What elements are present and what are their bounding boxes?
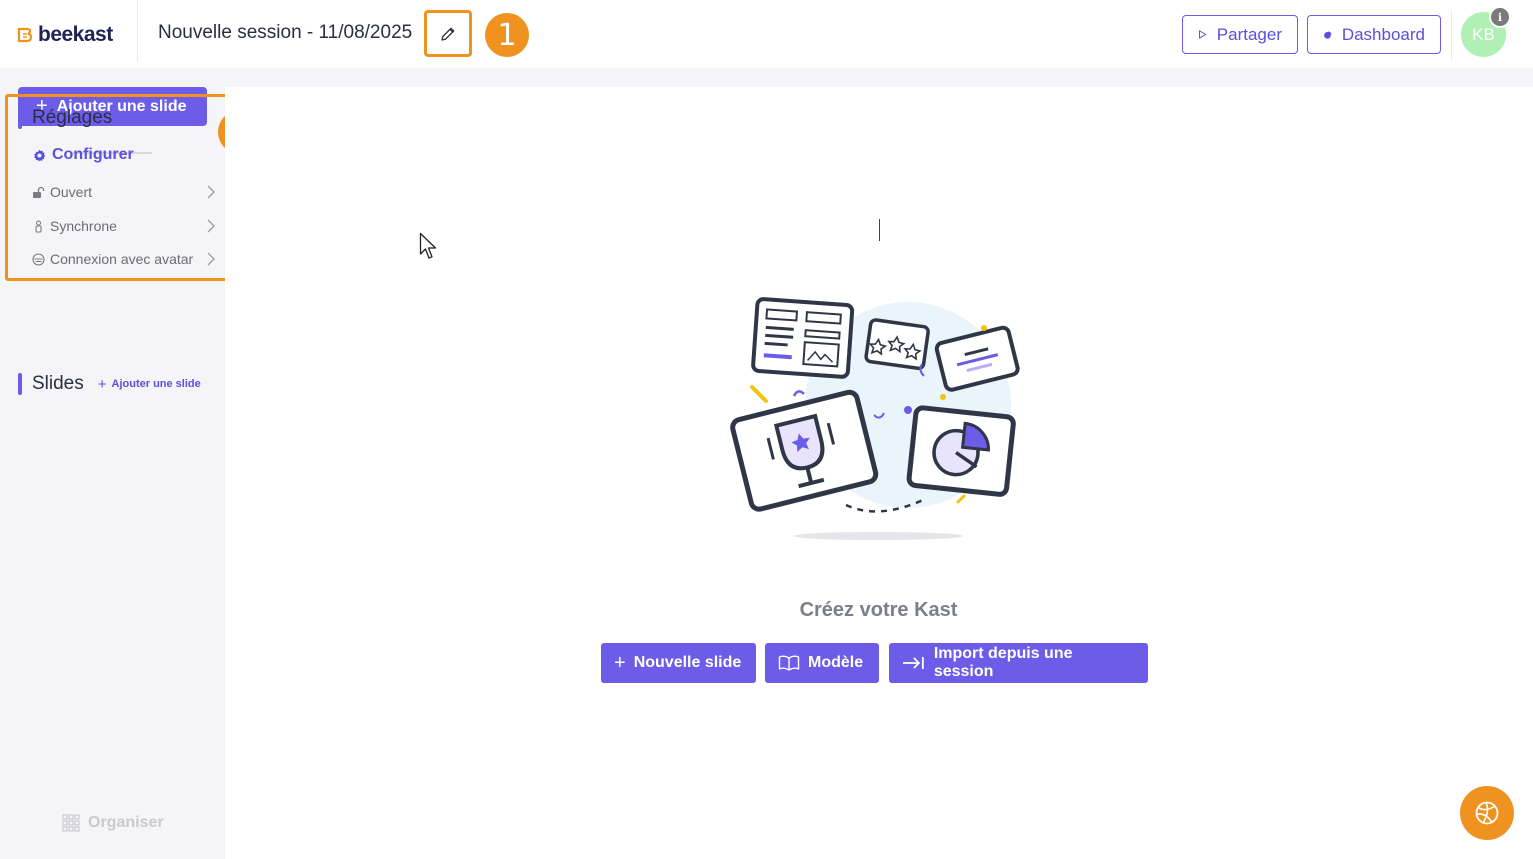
import-label: Import depuis une session <box>933 645 1073 680</box>
session-title: Nouvelle session - 11/08/2025 <box>158 22 413 43</box>
top-bar: beekast Nouvelle session - 11/08/2025 1 … <box>0 0 1533 68</box>
settings-section-header: Réglages <box>18 107 112 129</box>
empty-state-illustration <box>730 297 1020 540</box>
share-label: Partager <box>1216 24 1282 44</box>
plus-icon: + <box>614 651 626 674</box>
open-book-icon <box>778 655 800 671</box>
play-icon <box>1198 30 1207 39</box>
header-divider <box>137 0 138 62</box>
import-button[interactable]: Import depuis une session <box>889 643 1148 683</box>
setting-synchronous-label: Synchrone <box>50 218 117 234</box>
section-accent-bar <box>18 373 22 395</box>
chevron-right-icon <box>207 185 215 199</box>
section-accent-bar <box>18 107 22 129</box>
dashboard-button[interactable]: Dashboard <box>1307 15 1441 54</box>
share-button[interactable]: Partager <box>1182 15 1298 54</box>
settings-title: Réglages <box>32 107 113 128</box>
slides-add-label: Ajouter une slide <box>111 378 201 390</box>
callout-badge-1: 1 <box>485 13 529 57</box>
chevron-right-icon <box>207 219 215 233</box>
dashboard-label: Dashboard <box>1341 24 1425 44</box>
beekast-logo[interactable]: beekast <box>16 23 113 47</box>
configure-link[interactable]: Configurer <box>33 146 134 164</box>
organise-label: Organiser <box>88 814 164 831</box>
main-top-gutter <box>225 68 1533 87</box>
pencil-icon <box>441 27 455 41</box>
import-arrow-icon <box>902 657 924 669</box>
person-icon <box>32 219 45 233</box>
empty-state-title: Créez votre Kast <box>0 599 1533 622</box>
slides-add-link[interactable]: + Ajouter une slide <box>98 376 201 393</box>
help-globe-button[interactable] <box>1460 786 1514 840</box>
model-button[interactable]: Modèle <box>765 643 879 683</box>
configure-label: Configurer <box>52 146 134 163</box>
globe-icon <box>1475 801 1499 825</box>
header-divider-right <box>1451 10 1452 60</box>
info-badge-icon[interactable]: ℹ <box>1489 6 1511 28</box>
text-caret <box>879 219 880 241</box>
beekast-logo-icon <box>17 27 33 43</box>
pie-chart-icon <box>1324 30 1332 39</box>
chevron-right-icon <box>207 252 215 266</box>
setting-synchronous[interactable]: Synchrone <box>32 214 216 238</box>
new-slide-button[interactable]: + Nouvelle slide <box>601 643 756 683</box>
organise-button[interactable]: Organiser <box>62 814 164 832</box>
avatar-icon <box>32 252 45 266</box>
gear-icon <box>34 149 46 161</box>
slides-title: Slides <box>32 373 84 394</box>
logo-text: beekast <box>38 23 113 46</box>
plus-icon: + <box>97 375 107 393</box>
grid-icon <box>62 814 80 832</box>
setting-open-label: Ouvert <box>50 184 93 200</box>
empty-state-title-text: Créez votre Kast <box>799 599 958 621</box>
setting-avatar-login[interactable]: Connexion avec avatar <box>32 247 216 271</box>
mouse-cursor-icon <box>419 232 437 259</box>
setting-avatar-login-label: Connexion avec avatar <box>50 251 194 267</box>
edit-title-button[interactable] <box>424 10 472 57</box>
slides-section-header: Slides + Ajouter une slide <box>18 373 201 395</box>
unlock-icon <box>32 186 45 199</box>
setting-open[interactable]: Ouvert <box>32 180 216 204</box>
new-slide-label: Nouvelle slide <box>633 654 742 671</box>
model-label: Modèle <box>808 654 864 671</box>
